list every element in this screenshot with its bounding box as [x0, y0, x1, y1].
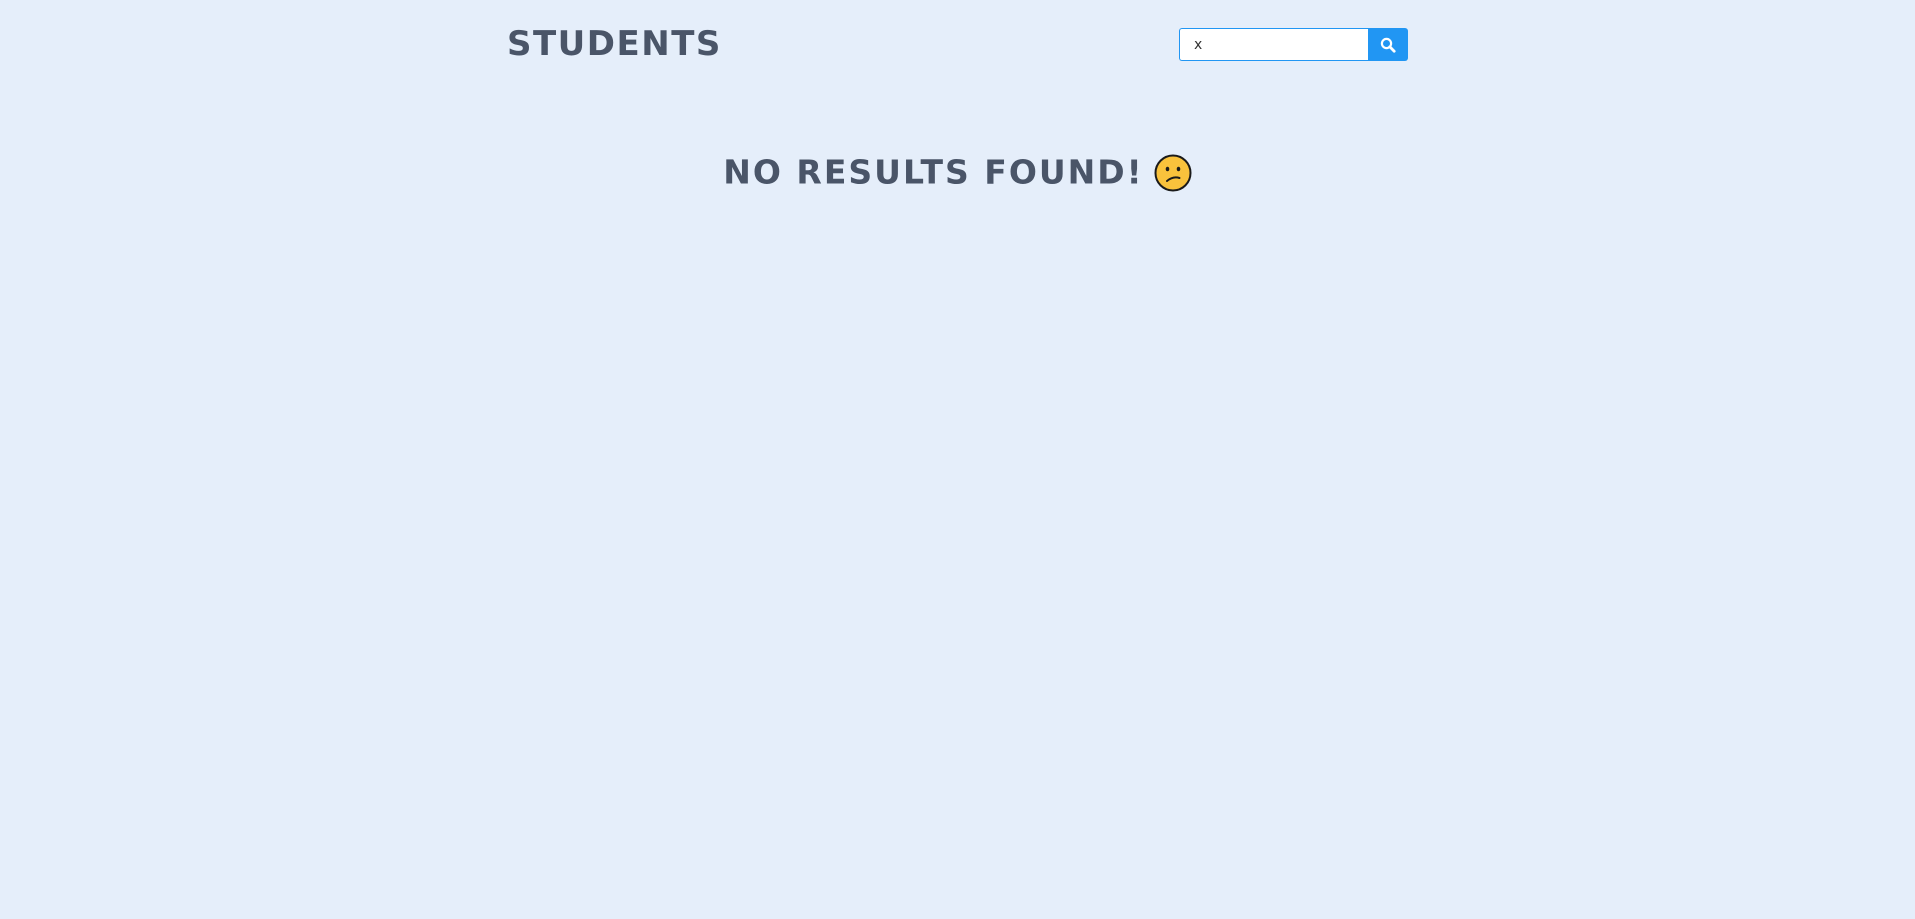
header: STUDENTS [507, 24, 1408, 64]
search-icon [1380, 37, 1396, 53]
no-results-text: NO RESULTS FOUND! [723, 152, 1144, 192]
confused-face-icon [1154, 154, 1192, 191]
search-button[interactable] [1368, 28, 1408, 61]
page-title: STUDENTS [507, 24, 722, 64]
search-input[interactable] [1179, 28, 1368, 61]
no-results-message: NO RESULTS FOUND! [0, 148, 1915, 196]
search-form [1179, 28, 1408, 61]
